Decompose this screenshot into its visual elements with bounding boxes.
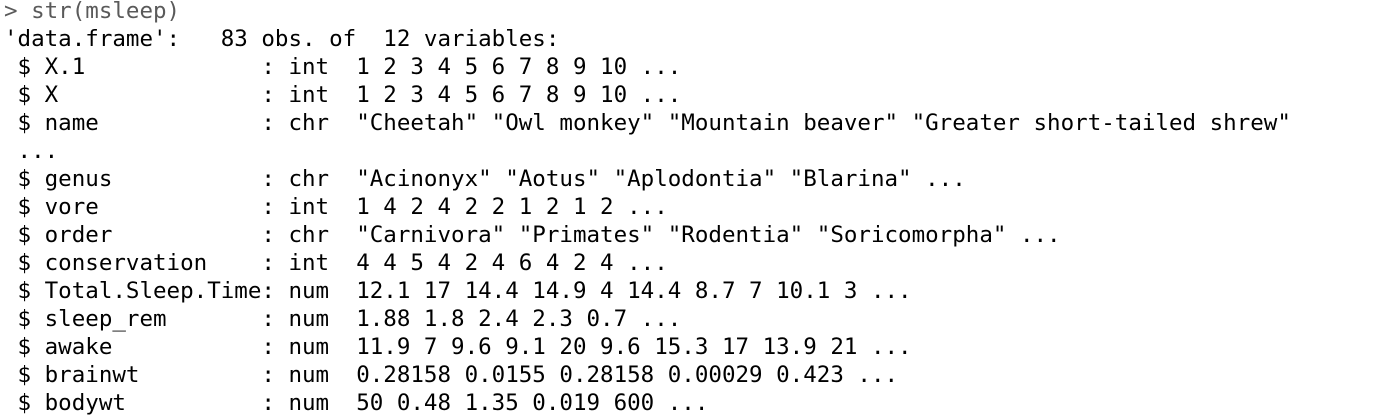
output-line-conservation: $ conservation : int 4 4 5 4 2 4 6 4 2 4… (4, 250, 668, 276)
prompt-symbol: > (4, 0, 18, 24)
output-line-name: $ name : chr "Cheetah" "Owl monkey" "Mou… (4, 110, 1291, 136)
output-line-total-sleep-time: $ Total.Sleep.Time: num 12.1 17 14.4 14.… (4, 278, 912, 304)
command-text: str(msleep) (31, 0, 181, 24)
output-line-sleep-rem: $ sleep_rem : num 1.88 1.8 2.4 2.3 0.7 .… (4, 306, 682, 332)
output-line-name-continuation: ... (4, 138, 59, 164)
output-line-awake: $ awake : num 11.9 7 9.6 9.1 20 9.6 15.3… (4, 334, 912, 360)
output-line-x1: $ X.1 : int 1 2 3 4 5 6 7 8 9 10 ... (4, 54, 682, 80)
r-console[interactable]: > str(msleep) 'data.frame': 83 obs. of 1… (0, 0, 1400, 420)
output-line-x: $ X : int 1 2 3 4 5 6 7 8 9 10 ... (4, 82, 682, 108)
command-line: > str(msleep) (4, 0, 180, 25)
output-line-brainwt: $ brainwt : num 0.28158 0.0155 0.28158 0… (4, 362, 899, 388)
output-line-genus: $ genus : chr "Acinonyx" "Aotus" "Aplodo… (4, 166, 966, 192)
output-line-order: $ order : chr "Carnivora" "Primates" "Ro… (4, 222, 1061, 248)
output-header: 'data.frame': 83 obs. of 12 variables: (4, 26, 560, 52)
output-line-bodywt: $ bodywt : num 50 0.48 1.35 0.019 600 ..… (4, 390, 709, 416)
output-line-vore: $ vore : int 1 4 2 4 2 2 1 2 1 2 ... (4, 194, 668, 220)
